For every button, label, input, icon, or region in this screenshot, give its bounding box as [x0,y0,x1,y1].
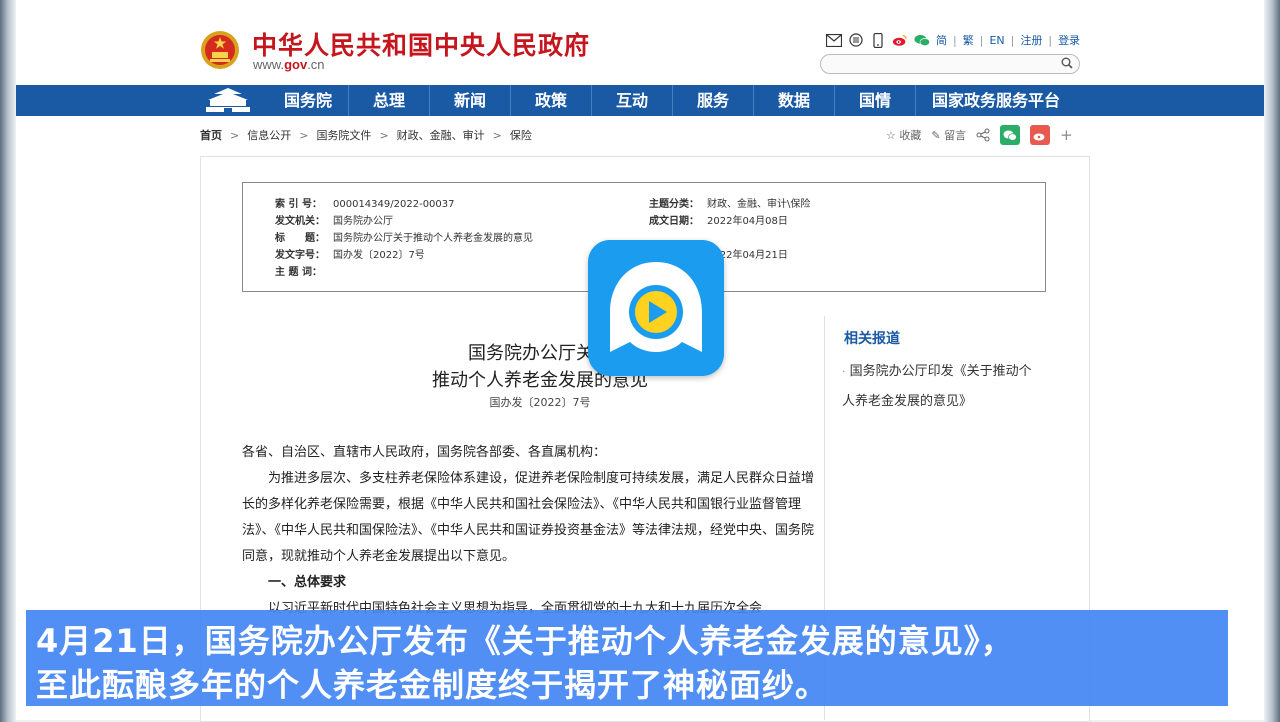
meta-created: 成文日期： 2022年04月08日 [649,212,788,227]
search-icon[interactable] [1061,57,1073,69]
meta-issuer: 发文机关： 国务院办公厅 [275,212,393,227]
breadcrumb: 首页 > 信息公开 > 国务院文件 > 财政、金融、审计 > 保险 [200,127,532,143]
salutation: 各省、自治区、直辖市人民政府，国务院各部委、各直属机构： [242,445,607,460]
bullet-icon: · [842,365,846,378]
document-number: 国办发〔2022〕7号 [489,396,591,409]
tool-separator: | [1010,33,1015,47]
nav-items: 国务院 总理 新闻 政策 互动 服务 数据 国情 国家政务服务平台 [268,85,1076,116]
paragraph: 为推进多层次、多支柱养老保险体系建设，促进养老保险制度可持续发展，满足人民群众日… [242,471,815,564]
nav-item-gov-service-platform[interactable]: 国家政务服务平台 [915,85,1076,116]
video-app-logo-icon [588,240,724,376]
breadcrumb-arrow-icon: > [379,128,389,142]
meta-label: 发文机关： [275,216,325,227]
meta-label: 主 题 词： [275,267,322,278]
star-icon: ☆ [886,129,896,142]
tiananmen-gate-icon[interactable] [200,85,256,116]
breadcrumb-home[interactable]: 首页 [200,127,222,143]
tool-simplified[interactable]: 简 [936,32,947,48]
article-actions: ☆ 收藏 ✎ 留言 + [886,125,1073,145]
tool-separator: | [979,33,984,47]
share-icon[interactable] [976,128,990,142]
tool-separator: | [953,33,957,47]
video-subtitle-bar: 4月21日，国务院办公厅发布《关于推动个人养老金发展的意见》， 至此酝酿多年的个… [26,610,1228,706]
tool-english[interactable]: EN [989,34,1004,47]
nav-item-data[interactable]: 数据 [753,85,834,116]
comment-button[interactable]: ✎ 留言 [931,127,966,143]
meta-value: 国办发〔2022〕7号 [333,250,425,261]
breadcrumb-arrow-icon: > [230,128,240,142]
site-url[interactable]: www.gov.cn [253,57,325,72]
meta-category: 主题分类： 财政、金融、审计\保险 [649,195,810,210]
breadcrumb-finance[interactable]: 财政、金融、审计 [397,127,485,143]
meta-value: 000014349/2022-00037 [333,199,455,210]
related-reports-title: 相关报道 [844,331,900,347]
related-report-link[interactable]: · 国务院办公厅印发《关于推动个人养老金发展的意见》 [842,357,1042,417]
tool-register[interactable]: 注册 [1020,32,1042,48]
tool-traditional[interactable]: 繁 [963,32,974,48]
nav-item-news[interactable]: 新闻 [429,85,510,116]
meta-subject: 主 题 词： [275,263,333,278]
main-nav: 国务院 总理 新闻 政策 互动 服务 数据 国情 国家政务服务平台 [16,85,1264,116]
meta-value: 国务院办公厅关于推动个人养老金发展的意见 [333,233,533,244]
subtitle-line1: 4月21日，国务院办公厅发布《关于推动个人养老金发展的意见》， [36,622,1014,660]
document-body: 各省、自治区、直辖市人民政府，国务院各部委、各直属机构： 为推进多层次、多支柱养… [242,440,822,622]
document-title: 国务院办公厅关于 推动个人养老金发展的意见 [240,340,840,394]
rss-icon[interactable] [848,32,864,48]
search-input[interactable] [829,58,1063,76]
meta-index-no: 索 引 号： 000014349/2022-00037 [275,195,455,210]
favorite-label: 收藏 [899,129,922,142]
document-title-line1: 国务院办公厅关于 [468,343,612,364]
section-heading: 一、总体要求 [268,575,347,590]
meta-title: 标 题： 国务院办公厅关于推动个人养老金发展的意见 [275,229,533,244]
nav-item-services[interactable]: 服务 [672,85,753,116]
breadcrumb-arrow-icon: > [299,128,309,142]
meta-label: 索 引 号： [275,199,322,210]
meta-value: 2022年04月08日 [707,216,788,227]
meta-value: 国务院办公厅 [333,216,393,227]
nav-item-national-info[interactable]: 国情 [834,85,915,116]
share-weibo-icon[interactable] [1030,125,1051,145]
breadcrumb-insurance[interactable]: 保险 [510,127,532,143]
weibo-icon[interactable] [892,32,908,48]
breadcrumb-info-disclosure[interactable]: 信息公开 [247,127,291,143]
nav-item-policy[interactable]: 政策 [510,85,591,116]
nav-item-interaction[interactable]: 互动 [591,85,672,116]
breadcrumb-council-docs[interactable]: 国务院文件 [316,127,371,143]
meta-label: 标 题： [275,233,325,244]
document-title-line2: 推动个人养老金发展的意见 [432,370,648,391]
mobile-icon[interactable] [870,32,886,48]
subtitle-line2: 至此酝酿多年的个人养老金制度终于揭开了神秘面纱。 [36,666,829,704]
meta-value: 财政、金融、审计\保险 [707,199,811,210]
site-url-prefix: www. [253,57,285,72]
meta-label: 主题分类： [649,199,699,210]
search-box [820,54,1080,76]
nav-item-premier[interactable]: 总理 [348,85,429,116]
more-share-icon[interactable]: + [1060,126,1073,144]
comment-label: 留言 [944,129,967,142]
header-tools: 简 | 繁 | EN | 注册 | 登录 [826,31,1080,49]
share-wechat-icon[interactable] [1000,125,1021,145]
mail-icon[interactable] [826,32,842,48]
tool-separator: | [1048,33,1053,47]
meta-label: 发文字号： [275,250,325,261]
site-header: 中华人民共和国中央人民政府 www.gov.cn 简 | 繁 | EN | 注册 | 登… [16,0,1264,85]
site-url-suffix: .cn [307,57,325,72]
meta-label: 成文日期： [649,216,699,227]
nav-item-state-council[interactable]: 国务院 [268,85,348,116]
tool-login[interactable]: 登录 [1058,32,1080,48]
site-url-brand: gov [284,57,308,72]
favorite-button[interactable]: ☆ 收藏 [886,127,921,143]
wechat-icon[interactable] [914,32,930,48]
related-report-text: 国务院办公厅印发《关于推动个人养老金发展的意见》 [842,364,1032,409]
pen-icon: ✎ [931,129,941,142]
national-emblem-icon [201,31,239,69]
meta-doc-no: 发文字号： 国办发〔2022〕7号 [275,246,425,261]
breadcrumb-arrow-icon: > [492,128,502,142]
